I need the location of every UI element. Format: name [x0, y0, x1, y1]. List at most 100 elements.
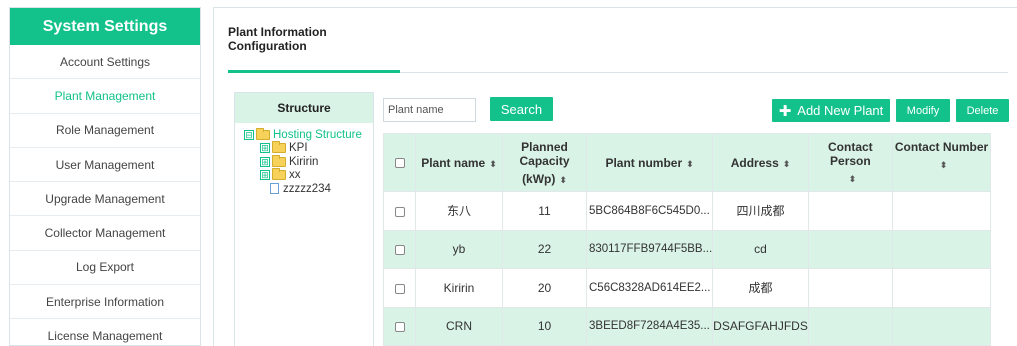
sidebar-item-log-export[interactable]: Log Export [10, 251, 200, 286]
cell-plant-number: 3BEED8F7284A4E35... [585, 306, 714, 346]
table-row[interactable]: 东八 11 5BC864B8F6C545D0... 四川成都 [383, 191, 992, 231]
select-all-cell[interactable] [383, 133, 416, 192]
tree-node-label[interactable]: Hosting Structure [273, 129, 362, 141]
sort-icon[interactable]: ⬍ [815, 174, 890, 185]
column-label: Address [730, 155, 779, 170]
folder-icon [272, 154, 286, 167]
cell-plant-name: CRN [415, 306, 503, 346]
add-new-plant-label: Add New Plant [797, 103, 884, 118]
column-header-plant-name[interactable]: Plant name ⬍ [415, 133, 503, 192]
cell-contact-number [891, 306, 992, 346]
tree-node-label[interactable]: xx [289, 169, 301, 181]
expand-icon[interactable]: ⊞ [260, 156, 270, 167]
select-all-checkbox[interactable] [394, 158, 405, 169]
delete-button[interactable]: Delete [956, 99, 1009, 122]
cell-plant-number: 830117FFB9744F5BB... [585, 229, 714, 269]
column-header-planned-capacity[interactable]: Planned Capacity (kWp) ⬍ [502, 133, 587, 192]
sort-icon[interactable]: ⬍ [686, 159, 694, 169]
cell-address: 成都 [712, 268, 809, 308]
column-header-plant-number[interactable]: Plant number ⬍ [585, 133, 714, 192]
table-row[interactable]: yb 22 830117FFB9744F5BB... cd [383, 229, 992, 269]
tree-node-hosting-structure[interactable]: ⊟ Hosting Structure [244, 127, 373, 142]
sort-icon[interactable]: ⬍ [899, 160, 988, 171]
cell-contact-person [807, 229, 893, 269]
sidebar-item-collector-management[interactable]: Collector Management [10, 216, 200, 251]
column-header-address[interactable]: Address ⬍ [712, 133, 809, 192]
cell-address: 四川成都 [712, 191, 809, 231]
search-button[interactable]: Search [490, 97, 553, 121]
row-select-cell[interactable] [383, 229, 416, 269]
cell-contact-number [891, 268, 992, 308]
tab-plant-information-configuration[interactable]: Plant Information Configuration [228, 8, 400, 73]
column-label: Contact Number [894, 140, 989, 154]
tab-bar: Plant Information Configuration [228, 8, 1008, 73]
cell-capacity: 20 [502, 268, 587, 308]
file-icon [270, 183, 279, 195]
cell-contact-number [891, 191, 992, 231]
add-new-plant-button[interactable]: ✚ Add New Plant [772, 99, 890, 122]
folder-icon [272, 168, 286, 181]
cell-plant-name: yb [415, 229, 503, 269]
structure-panel: Structure ⊟ Hosting Structure ⊞ KPI ⊞ Ki… [234, 92, 374, 346]
structure-tree: ⊟ Hosting Structure ⊞ KPI ⊞ Kiririn ⊞ xx [235, 123, 373, 196]
column-header-contact-number[interactable]: Contact Number ⬍ [891, 133, 992, 192]
row-checkbox[interactable] [394, 245, 405, 256]
column-label: Planned Capacity [519, 139, 570, 168]
cell-capacity: 11 [502, 191, 587, 231]
sort-icon[interactable]: ⬍ [559, 175, 567, 185]
cell-contact-person [807, 268, 893, 308]
cell-capacity: 22 [502, 229, 587, 269]
column-header-contact-person[interactable]: Contact Person ⬍ [807, 133, 893, 192]
sort-icon[interactable]: ⬍ [489, 159, 497, 169]
row-checkbox[interactable] [394, 206, 405, 217]
tree-node-label[interactable]: KPI [289, 142, 308, 154]
sidebar-item-plant-management[interactable]: Plant Management [10, 79, 200, 114]
collapse-icon[interactable]: ⊟ [244, 129, 254, 140]
tree-node-label[interactable]: Kiririn [289, 156, 318, 168]
folder-open-icon [256, 127, 270, 140]
cell-capacity: 10 [502, 306, 587, 346]
main-panel: Plant Information Configuration Structur… [213, 7, 1017, 346]
row-select-cell[interactable] [383, 191, 416, 231]
sidebar-item-enterprise-information[interactable]: Enterprise Information [10, 285, 200, 320]
plant-table: Plant name ⬍ Planned Capacity (kWp) ⬍ Plant… [383, 133, 992, 346]
structure-title: Structure [235, 93, 373, 123]
table-header-row: Plant name ⬍ Planned Capacity (kWp) ⬍ Plant… [383, 133, 992, 192]
sidebar-item-user-management[interactable]: User Management [10, 148, 200, 183]
row-checkbox[interactable] [394, 283, 405, 294]
expand-icon[interactable]: ⊞ [260, 143, 270, 154]
tree-node-kiririn[interactable]: ⊞ Kiririn [244, 154, 373, 169]
cell-plant-number: C56C8328AD614EE2... [585, 268, 714, 308]
column-label-unit: (kWp) [522, 171, 556, 186]
plant-name-search-input[interactable] [383, 98, 476, 122]
column-label: Plant name [421, 155, 486, 170]
table-row[interactable]: CRN 10 3BEED8F7284A4E35... DSAFGFAHJFDS [383, 306, 992, 346]
cell-contact-person [807, 306, 893, 346]
row-checkbox[interactable] [394, 322, 405, 333]
expand-icon[interactable]: ⊞ [260, 170, 270, 181]
tree-node-zzzzz234[interactable]: zzzzz234 [244, 182, 373, 196]
cell-contact-person [807, 191, 893, 231]
sidebar-item-upgrade-management[interactable]: Upgrade Management [10, 182, 200, 217]
tree-node-kpi[interactable]: ⊞ KPI [244, 141, 373, 156]
sidebar-item-account-settings[interactable]: Account Settings [10, 45, 200, 80]
plus-icon: ✚ [778, 102, 792, 120]
modify-button[interactable]: Modify [896, 99, 950, 122]
sidebar-item-role-management[interactable]: Role Management [10, 114, 200, 148]
row-select-cell[interactable] [383, 268, 416, 308]
cell-contact-number [891, 229, 992, 269]
cell-plant-number: 5BC864B8F6C545D0... [585, 191, 714, 231]
sort-icon[interactable]: ⬍ [783, 159, 791, 169]
sidebar-title: System Settings [10, 8, 200, 45]
column-label: Contact Person [828, 140, 873, 168]
cell-plant-name: Kiririn [415, 268, 503, 308]
cell-address: cd [712, 229, 809, 269]
cell-plant-name: 东八 [415, 191, 503, 231]
tree-node-xx[interactable]: ⊞ xx [244, 168, 373, 183]
tree-node-label[interactable]: zzzzz234 [283, 183, 331, 195]
table-row[interactable]: Kiririn 20 C56C8328AD614EE2... 成都 [383, 268, 992, 308]
cell-address: DSAFGFAHJFDS [712, 306, 809, 346]
row-select-cell[interactable] [383, 306, 416, 346]
sidebar-item-license-management[interactable]: License Management [10, 319, 200, 345]
folder-icon [272, 141, 286, 154]
